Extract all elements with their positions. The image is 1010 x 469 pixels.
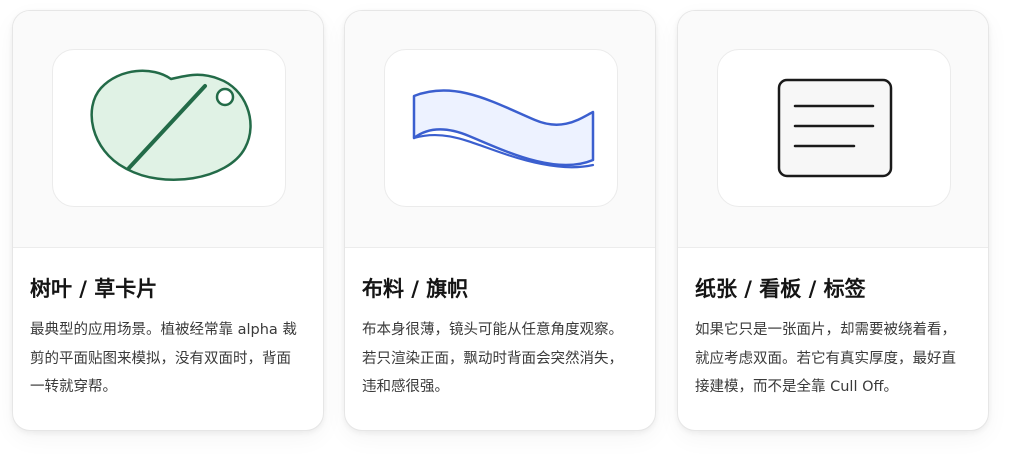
card-title: 布料 / 旗帜 — [362, 277, 469, 301]
illustration-tile — [52, 49, 286, 207]
card-media — [13, 11, 323, 248]
card-media — [678, 11, 988, 248]
use-case-cards: 树叶 / 草卡片 最典型的应用场景。植被经常靠 alpha 裁剪的平面贴图来模拟… — [0, 0, 1010, 469]
card-cloth-flag: 布料 / 旗帜 布本身很薄，镜头可能从任意角度观察。若只渲染正面，飘动时背面会突… — [344, 10, 656, 431]
leaf-icon — [90, 69, 252, 182]
card-description: 布本身很薄，镜头可能从任意角度观察。若只渲染正面，飘动时背面会突然消失，违和感很… — [362, 322, 623, 395]
card-leaf-grass: 树叶 / 草卡片 最典型的应用场景。植被经常靠 alpha 裁剪的平面贴图来模拟… — [12, 10, 324, 431]
flag-icon — [412, 89, 595, 169]
card-paper-sign: 纸张 / 看板 / 标签 如果它只是一张面片，却需要被绕着看，就应考虑双面。若它… — [677, 10, 989, 431]
paper-sign-icon — [777, 78, 893, 178]
card-description: 最典型的应用场景。植被经常靠 alpha 裁剪的平面贴图来模拟，没有双面时，背面… — [30, 322, 297, 395]
card-title: 树叶 / 草卡片 — [30, 277, 158, 301]
card-title: 纸张 / 看板 / 标签 — [695, 277, 866, 301]
card-media — [345, 11, 655, 248]
illustration-tile — [384, 49, 618, 207]
card-description: 如果它只是一张面片，却需要被绕着看，就应考虑双面。若它有真实厚度，最好直接建模，… — [695, 322, 956, 395]
illustration-tile — [717, 49, 951, 207]
